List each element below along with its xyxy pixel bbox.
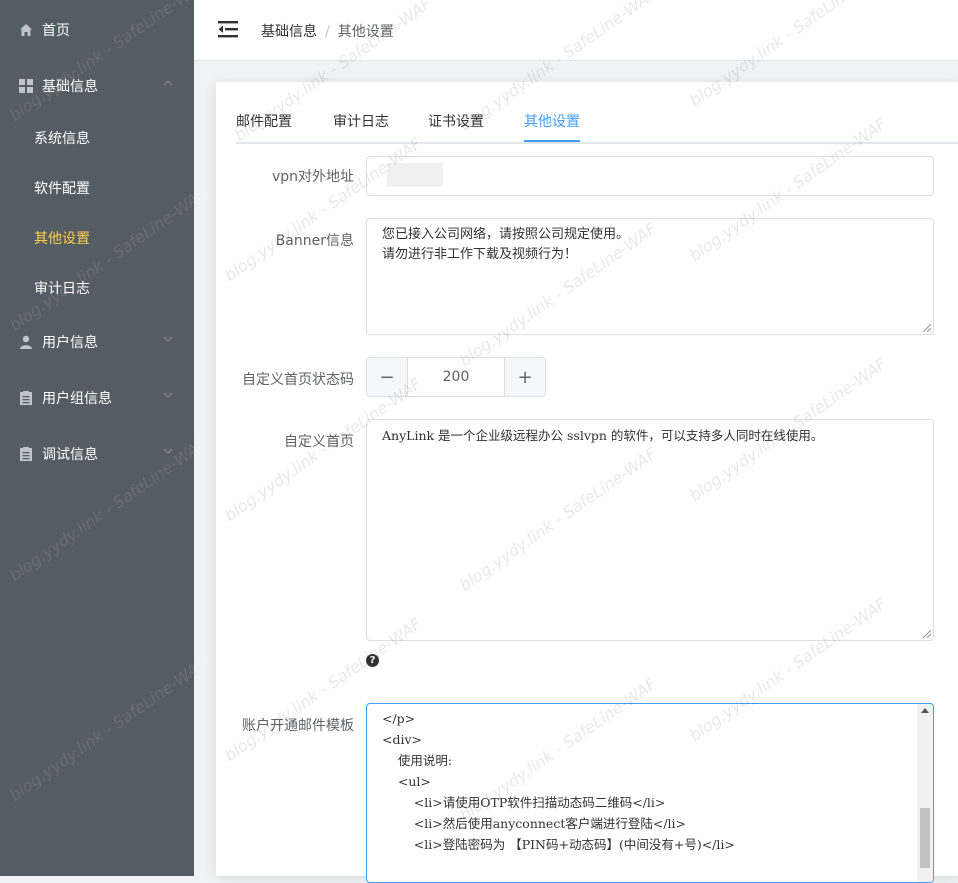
- sidebar: 首页 基础信息 系统信息 软件配置 其他设置 审计日志 用户信息 用户组信息 调…: [0, 0, 210, 876]
- status-code-stepper: − 200 +: [366, 357, 546, 397]
- breadcrumb-separator: /: [325, 24, 330, 40]
- masked-value: [387, 163, 443, 187]
- sidebar-item-audit-log[interactable]: 审计日志: [0, 263, 194, 313]
- home-icon: [18, 22, 34, 38]
- sidebar-item-other-settings[interactable]: 其他设置: [0, 213, 194, 263]
- mail-template-label: 账户开通邮件模板: [242, 718, 354, 734]
- vpn-address-input[interactable]: [366, 156, 934, 196]
- homepage-textarea[interactable]: AnyLink 是一个企业级远程办公 sslvpn 的软件，可以支持多人同时在线…: [366, 419, 934, 641]
- resize-handle-icon[interactable]: [923, 324, 931, 332]
- breadcrumb-item-current: 其他设置: [337, 24, 394, 40]
- tab-mail-config[interactable]: 邮件配置: [236, 102, 292, 142]
- chevron-down-icon: [164, 448, 172, 454]
- menu-home-label: 首页: [42, 23, 70, 39]
- document-icon: [18, 390, 34, 406]
- menu-user-info-label: 用户信息: [42, 335, 98, 351]
- scrollbar-thumb[interactable]: [920, 808, 930, 868]
- tab-other-settings[interactable]: 其他设置: [524, 102, 580, 142]
- sidebar-item-software-config[interactable]: 软件配置: [0, 163, 194, 213]
- breadcrumb: 基础信息 / 其他设置: [261, 21, 394, 41]
- chevron-up-icon: [164, 80, 172, 86]
- menu-user-info[interactable]: 用户信息: [0, 317, 194, 367]
- menu-home[interactable]: 首页: [0, 5, 194, 55]
- vpn-address-label: vpn对外地址: [271, 169, 354, 185]
- help-icon[interactable]: ?: [366, 654, 379, 667]
- status-code-input[interactable]: 200: [408, 358, 504, 396]
- mail-template-text: </p> <div> 使用说明: <ul> <li>请使用OTP软件扫描动态码二…: [382, 711, 735, 852]
- resize-handle-icon[interactable]: [923, 630, 931, 638]
- menu-group-info[interactable]: 用户组信息: [0, 373, 194, 423]
- tab-cert-settings[interactable]: 证书设置: [428, 102, 484, 142]
- watermark: blog.yydy.link - SafeLine-WAF: [5, 654, 210, 805]
- banner-label: Banner信息: [275, 233, 354, 249]
- chevron-down-icon: [164, 336, 172, 342]
- top-header: 基础信息 / 其他设置: [194, 0, 958, 61]
- tab-audit-log[interactable]: 审计日志: [333, 102, 389, 142]
- settings-card: 邮件配置 审计日志 证书设置 其他设置 vpn对外地址 Banner信息 您已接…: [216, 82, 958, 883]
- mail-template-textarea[interactable]: </p> <div> 使用说明: <ul> <li>请使用OTP软件扫描动态码二…: [366, 703, 934, 883]
- homepage-text: AnyLink 是一个企业级远程办公 sslvpn 的软件，可以支持多人同时在线…: [382, 428, 824, 443]
- decrease-button[interactable]: −: [367, 358, 408, 396]
- tab-bar: 邮件配置 审计日志 证书设置 其他设置: [236, 102, 958, 144]
- scroll-up-icon[interactable]: [921, 708, 929, 713]
- chevron-down-icon: [164, 392, 172, 398]
- sidebar-item-system-info[interactable]: 系统信息: [0, 113, 194, 163]
- menu-basic-info[interactable]: 基础信息: [0, 61, 194, 111]
- increase-button[interactable]: +: [504, 358, 545, 396]
- status-code-label: 自定义首页状态码: [242, 372, 354, 388]
- document-icon: [18, 446, 34, 462]
- homepage-label: 自定义首页: [284, 434, 354, 450]
- banner-text: 您已接入公司网络，请按照公司规定使用。 请勿进行非工作下载及视频行为！: [382, 227, 630, 262]
- menu-fold-icon[interactable]: [218, 20, 238, 38]
- menu-basic-info-label: 基础信息: [42, 79, 98, 95]
- banner-textarea[interactable]: 您已接入公司网络，请按照公司规定使用。 请勿进行非工作下载及视频行为！: [366, 218, 934, 335]
- menu-debug-info-label: 调试信息: [42, 447, 98, 463]
- user-icon: [18, 334, 34, 350]
- tab-active-indicator: [524, 140, 580, 142]
- menu-group-info-label: 用户组信息: [42, 391, 112, 407]
- menu-debug-info[interactable]: 调试信息: [0, 429, 194, 479]
- breadcrumb-item-basic[interactable]: 基础信息: [261, 24, 317, 40]
- scrollbar[interactable]: [917, 704, 933, 882]
- grid-icon: [18, 78, 34, 94]
